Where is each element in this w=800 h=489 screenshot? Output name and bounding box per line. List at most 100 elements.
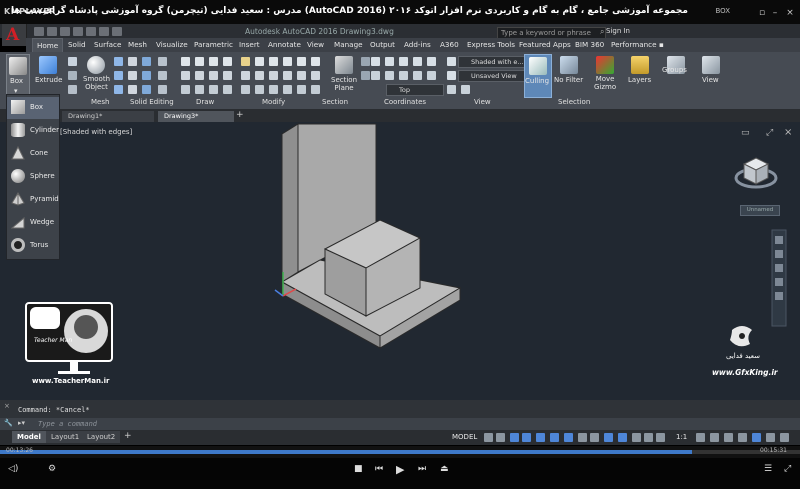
mesh-refine-icon[interactable] bbox=[114, 71, 123, 80]
player-timeline[interactable] bbox=[0, 446, 800, 458]
settings-icon[interactable]: ⚙ bbox=[48, 464, 56, 474]
fillet-edge-icon[interactable] bbox=[158, 85, 167, 94]
file-tab-drawing3[interactable]: Drawing3* bbox=[158, 111, 234, 122]
loft-tool-icon[interactable] bbox=[68, 85, 77, 94]
intersect-icon[interactable] bbox=[128, 85, 137, 94]
plot-icon[interactable] bbox=[86, 27, 96, 36]
union-icon[interactable] bbox=[128, 57, 137, 66]
pin-icon[interactable]: ▫ bbox=[758, 9, 766, 18]
view-manager-icon[interactable] bbox=[461, 85, 470, 94]
stop-icon[interactable]: ■ bbox=[354, 464, 363, 474]
polygon-icon[interactable] bbox=[195, 71, 204, 80]
extract-edges-icon[interactable] bbox=[142, 57, 151, 66]
ucs-dropdown[interactable]: Top bbox=[386, 84, 444, 96]
command-input[interactable]: Type a command bbox=[38, 420, 97, 428]
viewport-config-icon[interactable] bbox=[447, 85, 456, 94]
ucs-z-icon[interactable] bbox=[427, 57, 436, 66]
command-settings-icon[interactable]: 🔧 bbox=[4, 419, 13, 427]
properties-icon[interactable] bbox=[311, 85, 320, 94]
new-tab-icon[interactable]: + bbox=[236, 110, 244, 120]
layout-tab-model[interactable]: Model bbox=[12, 431, 46, 443]
tab-featured-apps[interactable]: Featured Apps bbox=[519, 40, 571, 49]
scale-icon[interactable] bbox=[255, 71, 264, 80]
application-menu-button[interactable]: A bbox=[2, 24, 27, 46]
menu-item-sphere[interactable]: Sphere bbox=[7, 166, 59, 188]
spline-icon[interactable] bbox=[209, 71, 218, 80]
customization-icon[interactable] bbox=[780, 433, 789, 442]
redo-icon[interactable] bbox=[112, 27, 122, 36]
extrude-button[interactable]: Extrude bbox=[35, 54, 62, 98]
saveas-icon[interactable] bbox=[73, 27, 83, 36]
ucs-origin-icon[interactable] bbox=[371, 71, 380, 80]
trim-icon[interactable] bbox=[297, 71, 306, 80]
tab-mesh[interactable]: Mesh bbox=[128, 40, 147, 49]
play-icon[interactable]: ▶ bbox=[396, 463, 404, 476]
annotation-monitor-icon[interactable] bbox=[724, 433, 733, 442]
tab-parametric[interactable]: Parametric bbox=[194, 40, 233, 49]
menu-item-cylinder[interactable]: Cylinder bbox=[7, 120, 59, 142]
shell-icon[interactable] bbox=[158, 71, 167, 80]
tab-addins[interactable]: Add-ins bbox=[404, 40, 431, 49]
ucs-x-icon[interactable] bbox=[399, 57, 408, 66]
tab-surface[interactable]: Surface bbox=[94, 40, 121, 49]
menu-item-torus[interactable]: Torus bbox=[7, 235, 59, 257]
lineweight-icon[interactable] bbox=[578, 433, 587, 442]
viewport-visual-style-label[interactable]: [Shaded with edges] bbox=[60, 128, 132, 136]
zoom-icon[interactable] bbox=[775, 264, 783, 272]
ucs-y-icon[interactable] bbox=[413, 57, 422, 66]
cylinder-tool-icon[interactable] bbox=[68, 57, 77, 66]
ucs-view-icon[interactable] bbox=[385, 71, 394, 80]
menu-item-pyramid[interactable]: Pyramid bbox=[7, 189, 59, 211]
command-line[interactable]: 🔧 ▸▾ Type a command bbox=[0, 418, 800, 430]
fillet-icon[interactable] bbox=[297, 57, 306, 66]
menu-item-box[interactable]: Box bbox=[7, 97, 59, 119]
playlist-icon[interactable]: ☰ bbox=[764, 464, 772, 474]
viewport-close-icon[interactable]: × bbox=[784, 127, 792, 138]
pan-icon[interactable] bbox=[775, 250, 783, 258]
ucs-icon[interactable] bbox=[371, 57, 380, 66]
circle-icon[interactable] bbox=[209, 57, 218, 66]
layout-tab-layout1[interactable]: Layout1 bbox=[46, 431, 85, 443]
revolve-tool-icon[interactable] bbox=[68, 71, 77, 80]
section-settings-icon[interactable] bbox=[361, 71, 370, 80]
panel-label-modify[interactable]: Modify bbox=[262, 98, 285, 106]
solid-wall-side[interactable] bbox=[281, 123, 299, 283]
tab-manage[interactable]: Manage bbox=[334, 40, 363, 49]
isolate-objects-icon[interactable] bbox=[752, 433, 761, 442]
file-tab-drawing1[interactable]: Drawing1* bbox=[62, 111, 154, 122]
3d-osnap-icon[interactable] bbox=[618, 433, 627, 442]
tab-output[interactable]: Output bbox=[370, 40, 395, 49]
boundary-icon[interactable] bbox=[223, 85, 232, 94]
tab-home[interactable]: Home bbox=[32, 38, 64, 53]
region-icon[interactable] bbox=[195, 85, 204, 94]
ellipse-icon[interactable] bbox=[223, 71, 232, 80]
annotation-settings-icon[interactable] bbox=[696, 433, 705, 442]
polyline-icon[interactable] bbox=[195, 57, 204, 66]
array-icon[interactable] bbox=[269, 71, 278, 80]
erase-icon[interactable] bbox=[311, 71, 320, 80]
section-plane-button[interactable]: Section Plane bbox=[330, 54, 358, 98]
layout-tab-layout2[interactable]: Layout2 bbox=[82, 431, 121, 443]
snap-icon[interactable] bbox=[496, 433, 505, 442]
grid-icon[interactable] bbox=[484, 433, 493, 442]
explode-icon[interactable] bbox=[311, 57, 320, 66]
panel-label-draw[interactable]: Draw bbox=[196, 98, 214, 106]
steering-wheel-icon[interactable] bbox=[775, 236, 783, 244]
tab-insert[interactable]: Insert bbox=[239, 40, 260, 49]
3d-move-icon[interactable] bbox=[241, 85, 250, 94]
groups-button[interactable]: Groups bbox=[662, 54, 690, 104]
tab-bim360[interactable]: BIM 360 bbox=[575, 40, 604, 49]
solid-edit-icon[interactable] bbox=[158, 57, 167, 66]
move-gizmo-button[interactable]: Move Gizmo bbox=[592, 54, 618, 96]
ucs-menu-dropdown[interactable]: Unnamed bbox=[740, 205, 780, 216]
open-file-icon[interactable]: ⏏ bbox=[440, 464, 449, 474]
sign-in-button[interactable]: Sign In bbox=[606, 27, 630, 35]
close-icon[interactable]: × bbox=[786, 9, 794, 18]
ucs-world-icon[interactable] bbox=[385, 57, 394, 66]
search-icon[interactable]: ⌕ bbox=[600, 27, 604, 37]
new-icon[interactable] bbox=[34, 27, 44, 36]
culling-button[interactable]: Culling bbox=[524, 54, 552, 98]
copy-icon[interactable] bbox=[269, 57, 278, 66]
ortho-icon[interactable] bbox=[510, 433, 519, 442]
tab-visualize[interactable]: Visualize bbox=[156, 40, 188, 49]
